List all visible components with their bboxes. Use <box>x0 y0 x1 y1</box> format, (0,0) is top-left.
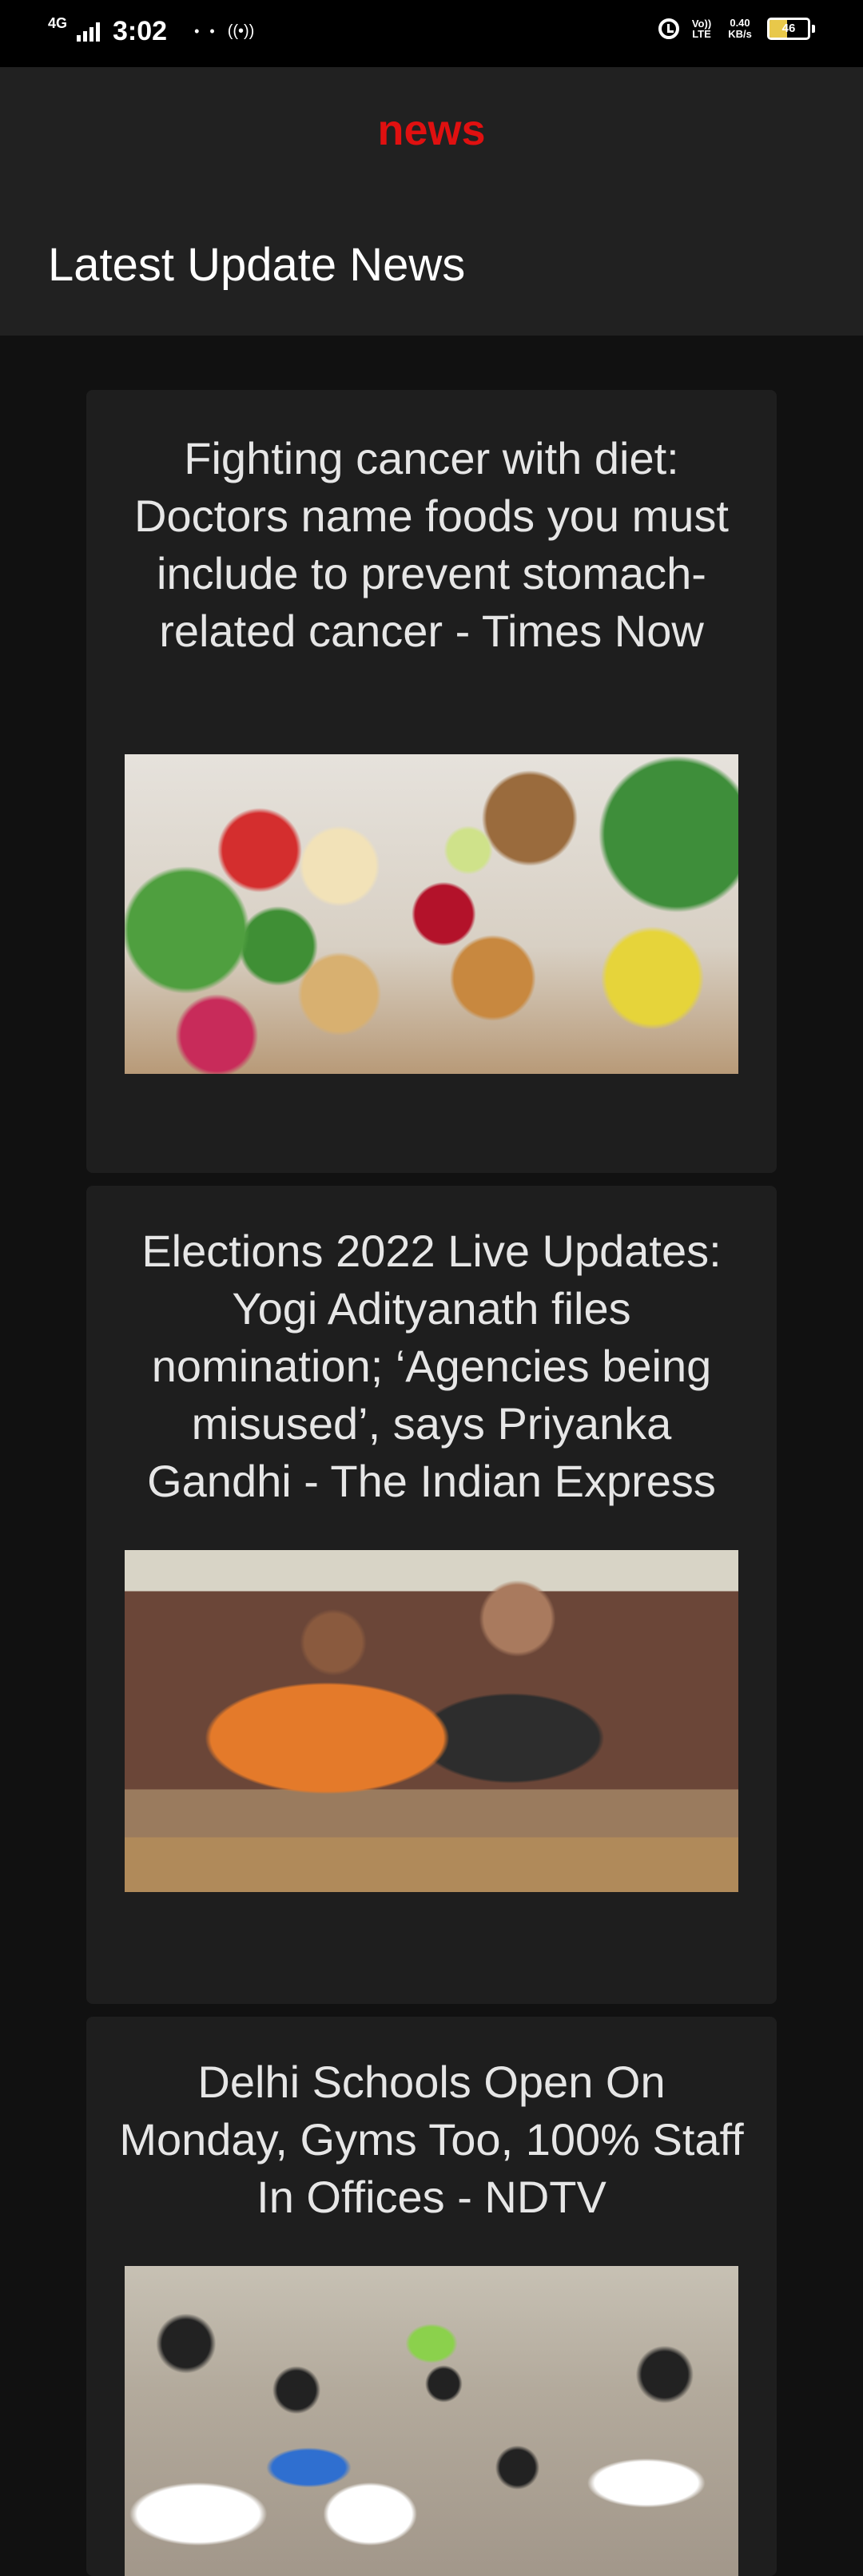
news-card[interactable]: Fighting cancer with diet: Doctors name … <box>86 390 777 1173</box>
status-time: 3:02 <box>113 16 168 46</box>
news-image[interactable] <box>125 1550 738 1892</box>
app-title: news <box>377 106 486 154</box>
battery-icon: 46 <box>767 18 810 40</box>
hotspot-icon: ((•)) <box>227 22 255 40</box>
news-card[interactable]: Elections 2022 Live Updates: Yogi Aditya… <box>86 1186 777 2004</box>
news-headline[interactable]: Fighting cancer with diet: Doctors name … <box>118 430 745 660</box>
section-title: Latest Update News <box>48 239 466 291</box>
status-left: 4G 3:02 • • ((•)) <box>48 15 255 47</box>
network-speed: 0.40 KB/s <box>728 17 752 40</box>
battery-tip <box>812 25 815 33</box>
signal-bars-icon <box>77 22 101 42</box>
volte-icon: Vo)) LTE <box>691 18 712 40</box>
status-bar: 4G 3:02 • • ((•)) Vo)) LTE 0.40 KB/s 46 <box>0 0 863 67</box>
news-headline[interactable]: Delhi Schools Open On Monday, Gyms Too, … <box>118 2053 745 2226</box>
news-image[interactable] <box>125 2266 738 2576</box>
news-card[interactable]: Delhi Schools Open On Monday, Gyms Too, … <box>86 2017 777 2576</box>
status-right: Vo)) LTE 0.40 KB/s 46 <box>658 18 815 40</box>
app-header: news Latest Update News <box>0 67 863 336</box>
notification-dots: • • <box>194 23 218 39</box>
network-type: 4G <box>48 15 68 31</box>
alarm-icon <box>658 18 679 39</box>
battery-level: 46 <box>781 22 796 35</box>
news-headline[interactable]: Elections 2022 Live Updates: Yogi Aditya… <box>118 1222 745 1510</box>
news-image[interactable] <box>125 754 738 1074</box>
